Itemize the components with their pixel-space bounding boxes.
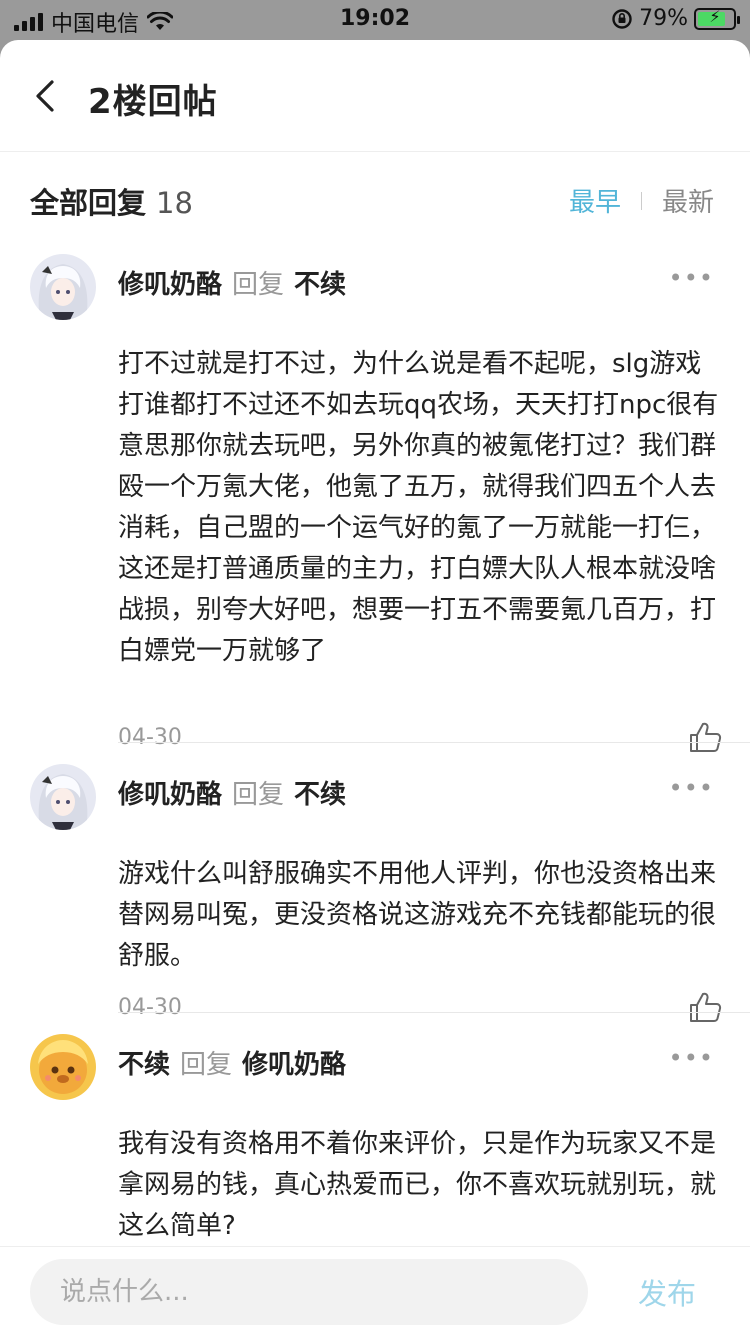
reply-target[interactable]: 修叽奶酪 [242, 1044, 346, 1081]
reply-date: 04-30 [118, 995, 182, 1020]
reply-count-title: 全部回复 18 [30, 180, 193, 222]
page-title: 2楼回帖 [88, 82, 218, 122]
reply-verb: 回复 [232, 780, 285, 810]
status-bar: 中国电信 19:02 79% ⚡ [0, 0, 750, 40]
more-icon[interactable]: ••• [669, 774, 714, 802]
reply-date: 04-30 [118, 725, 182, 750]
reply-target[interactable]: 不续 [294, 774, 346, 811]
reply-content: 打不过就是打不过，为什么说是看不起呢，slg游戏打谁都打不过还不如去玩qq农场，… [118, 349, 719, 666]
sort-earliest-tab[interactable]: 最早 [569, 182, 621, 219]
reply-divider [118, 742, 750, 743]
battery-percent: 79% [639, 6, 688, 31]
reply-author[interactable]: 不续 [118, 1044, 170, 1081]
thumbs-up-icon[interactable] [688, 720, 722, 754]
nav-bar: 2楼回帖 [0, 40, 750, 152]
back-icon[interactable] [30, 78, 62, 114]
reply-sheet: 2楼回帖 全部回复 18 最早 最新 修叽奶酪 回复 不续 ••• 打不过就是打… [0, 40, 750, 1334]
battery-icon: ⚡ [694, 7, 740, 30]
comment-composer: 发布 [0, 1246, 750, 1334]
reply-verb: 回复 [180, 1050, 233, 1080]
sort-newest-tab[interactable]: 最新 [662, 182, 714, 219]
rotation-lock-icon [612, 8, 632, 29]
reply-content: 我有没有资格用不着你来评价，只是作为玩家又不是拿网易的钱，真心热爱而已，你不喜欢… [118, 1129, 717, 1241]
comment-input[interactable] [30, 1259, 588, 1325]
thumbs-up-icon[interactable] [688, 990, 722, 1024]
avatar[interactable] [30, 254, 96, 320]
reply-author[interactable]: 修叽奶酪 [118, 774, 222, 811]
more-icon[interactable]: ••• [669, 1044, 714, 1072]
reply-target[interactable]: 不续 [294, 264, 346, 301]
sort-divider [640, 191, 642, 210]
avatar[interactable] [30, 764, 96, 830]
publish-button[interactable]: 发布 [638, 1271, 696, 1313]
more-icon[interactable]: ••• [669, 264, 714, 292]
reply-content: 游戏什么叫舒服确实不用他人评判，你也没资格出来替网易叫冤，更没资格说这游戏充不充… [118, 859, 717, 971]
reply-sort-header: 全部回复 18 最早 最新 [30, 180, 720, 220]
reply-divider [118, 1012, 750, 1013]
reply-count: 18 [156, 186, 193, 220]
all-replies-label: 全部回复 [30, 186, 147, 220]
reply-verb: 回复 [232, 270, 285, 300]
reply-author[interactable]: 修叽奶酪 [118, 264, 222, 301]
avatar[interactable] [30, 1034, 96, 1100]
